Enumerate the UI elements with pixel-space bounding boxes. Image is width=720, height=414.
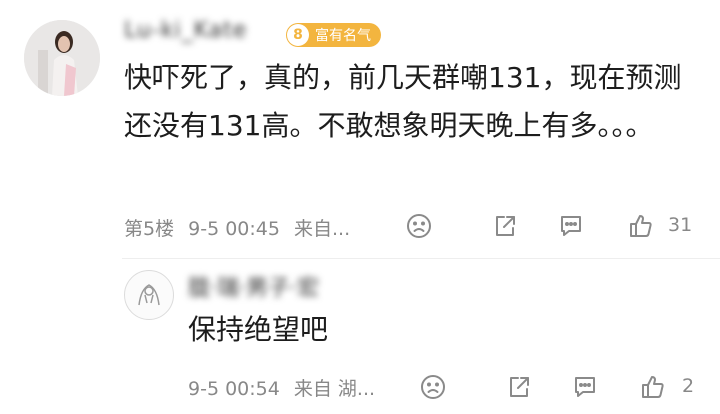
fame-badge-label: 富有名气 <box>315 28 371 44</box>
level-number: 8 <box>287 24 309 46</box>
reply-source: 来自 湖... <box>293 378 376 400</box>
comment-source: 来自... <box>294 218 351 240</box>
reply-avatar[interactable] <box>124 270 174 320</box>
share-icon[interactable] <box>506 374 532 400</box>
reply-meta: 9-5 00:54 来自 湖... <box>188 374 375 401</box>
floor-number: 第5楼 <box>124 218 175 240</box>
frown-face-icon[interactable] <box>420 374 446 400</box>
reply-like-count: 2 <box>682 375 695 397</box>
like-count: 31 <box>668 214 693 236</box>
reply-time: 9-5 00:54 <box>188 378 280 400</box>
reply-username[interactable]: 胧·瑞·男子·宏 <box>188 270 319 302</box>
comment-text: 快吓死了，真的，前几天群嘲131，现在预测还没有131高。不敢想象明天晚上有多。… <box>124 61 682 142</box>
comment-bubble-icon[interactable] <box>572 374 598 400</box>
reply-text: 保持绝望吧 <box>188 313 329 346</box>
comment-time: 9-5 00:45 <box>188 218 280 240</box>
thumbs-up-icon[interactable] <box>628 213 654 239</box>
frown-face-icon[interactable] <box>406 213 432 239</box>
share-icon[interactable] <box>492 213 518 239</box>
comment-username[interactable]: Lu-ki_Kate <box>124 18 247 43</box>
comment-meta: 第5楼 9-5 00:45 来自... <box>124 214 350 241</box>
reply-divider <box>122 258 720 259</box>
fame-badge: 8 富有名气 <box>286 23 381 47</box>
thumbs-up-icon[interactable] <box>640 374 666 400</box>
user-avatar[interactable] <box>24 20 100 96</box>
comment-bubble-icon[interactable] <box>558 213 584 239</box>
